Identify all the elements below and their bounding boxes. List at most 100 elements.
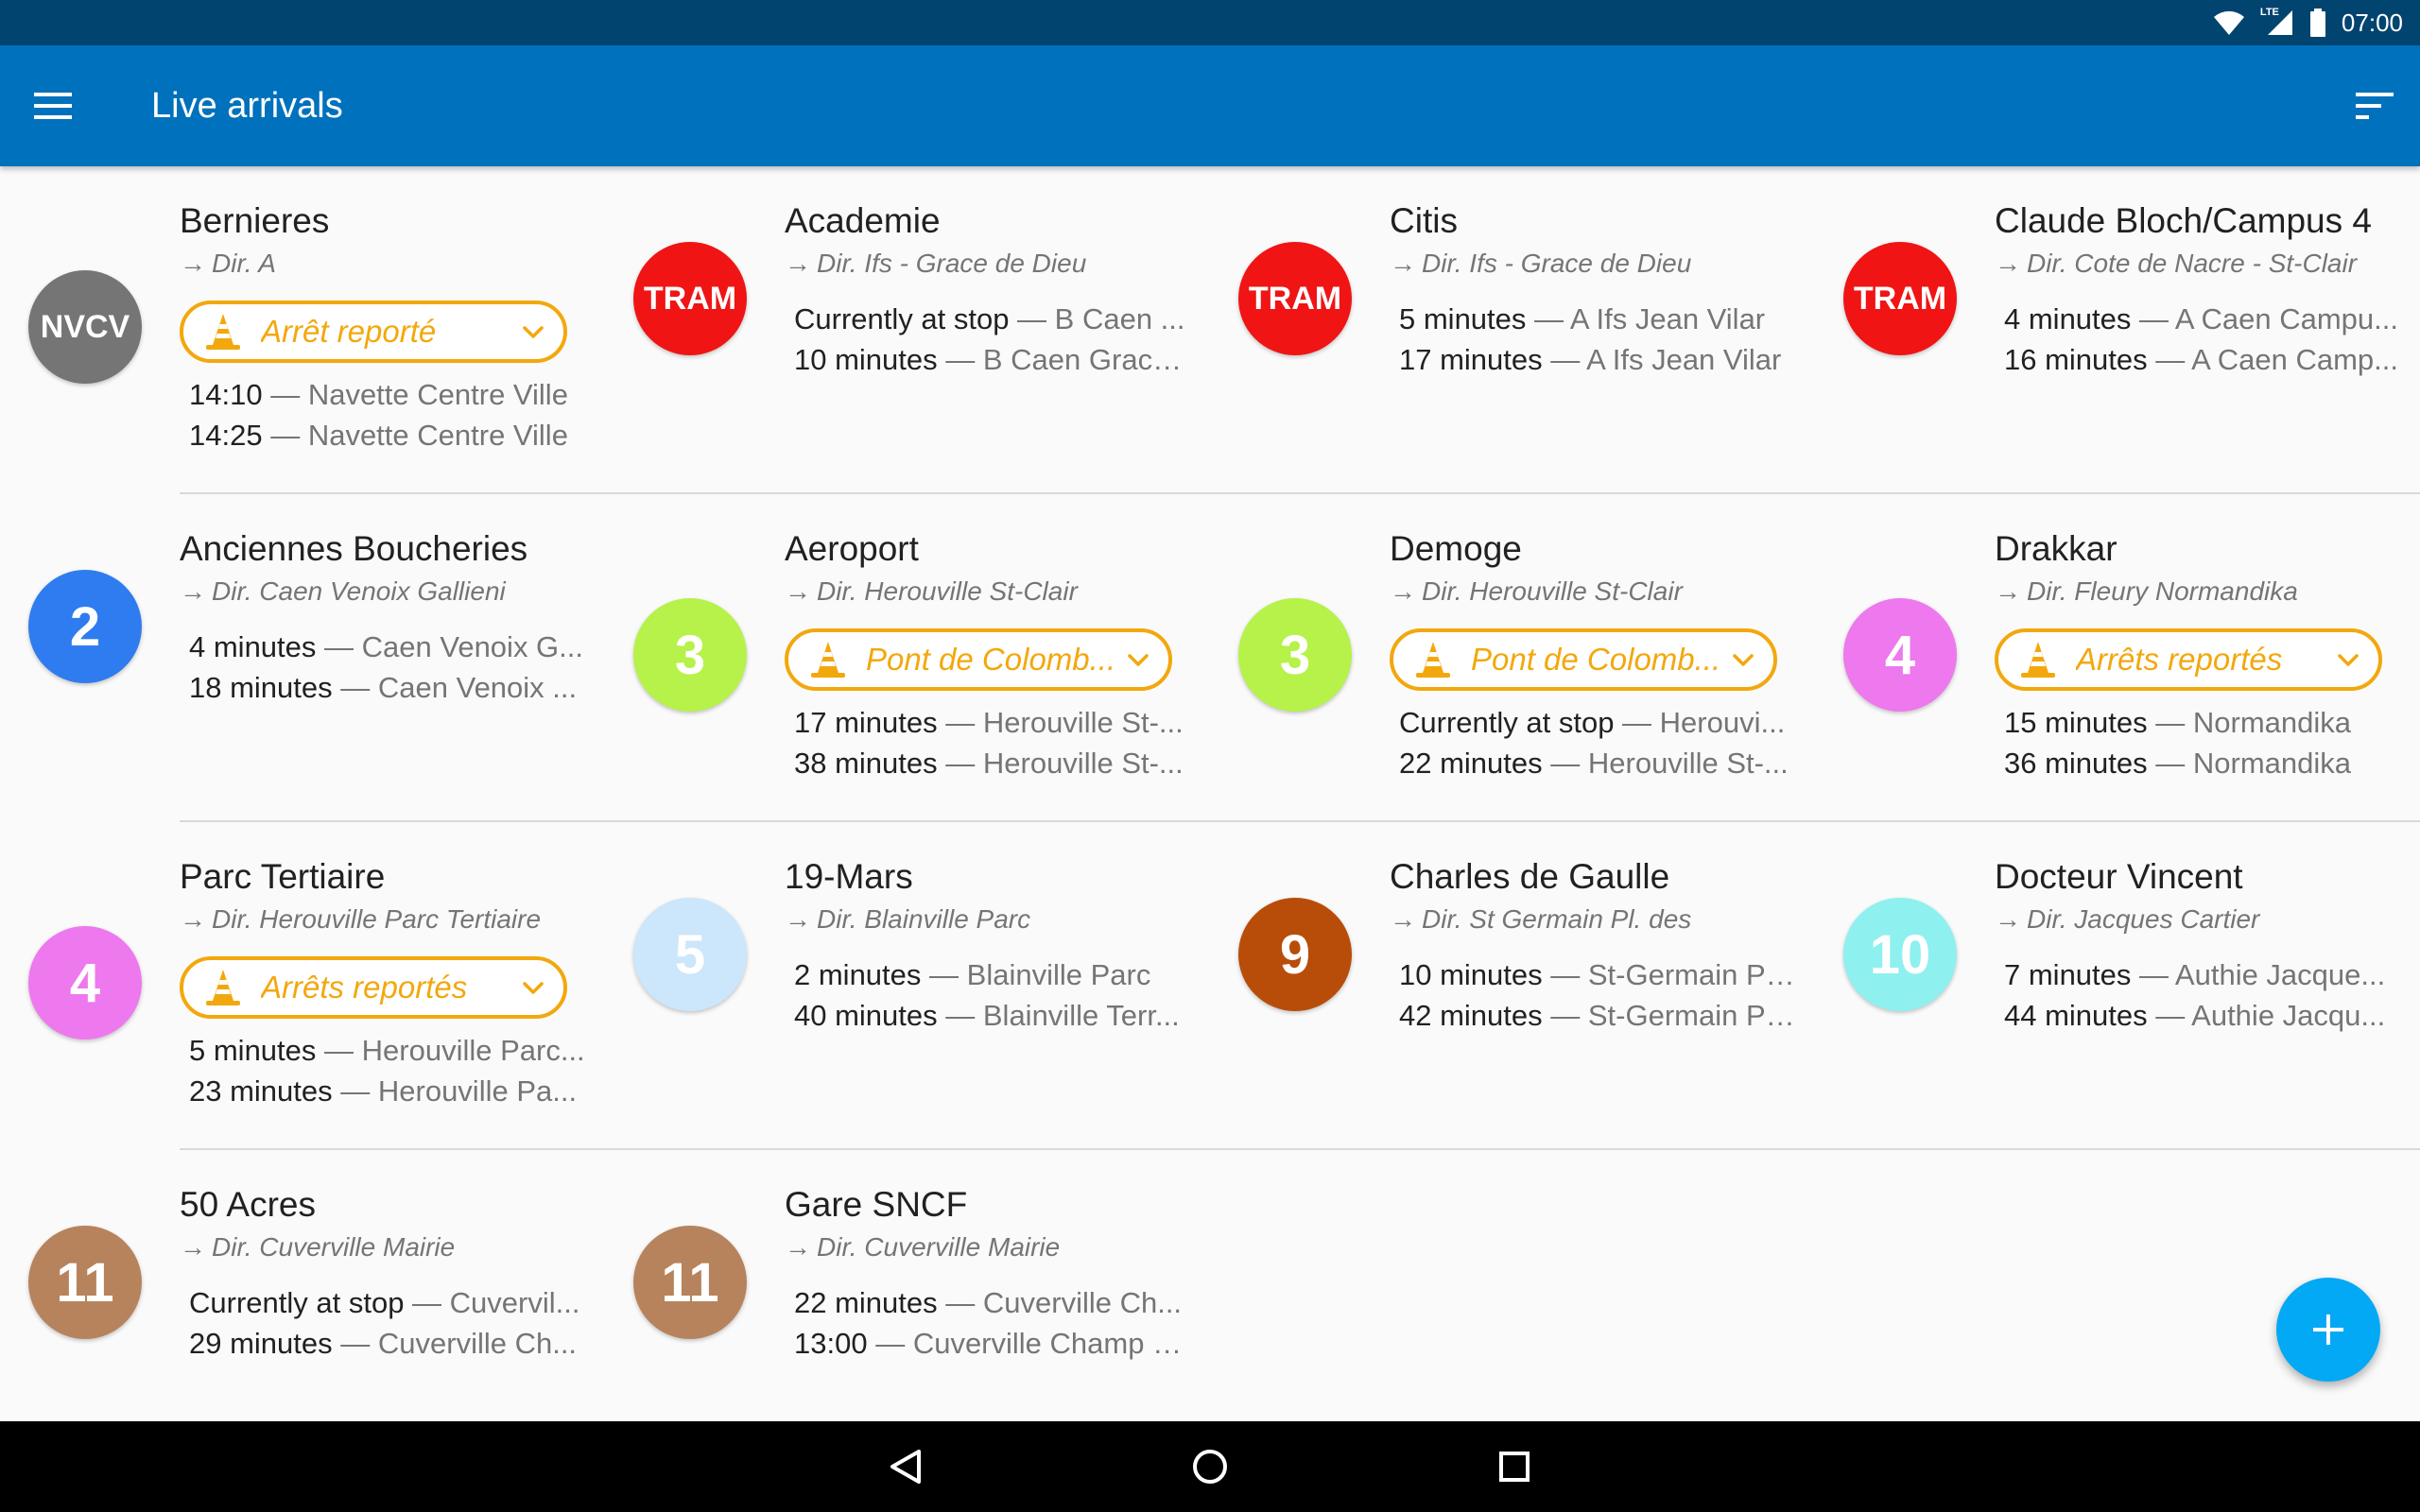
traffic-cone-icon xyxy=(206,970,240,1005)
status-bar: LTE 07:00 xyxy=(0,0,2420,45)
arrow-right-icon: → xyxy=(180,576,206,606)
departure-destination: Herouville St-... xyxy=(982,747,1184,780)
direction-label: Dir. Herouville St-Clair xyxy=(817,576,1078,606)
departure-item: 4 minutes — Caen Venoix G... xyxy=(189,630,584,663)
departure-time: 13:00 xyxy=(794,1327,868,1360)
menu-button[interactable] xyxy=(23,76,83,136)
departure-item: 10 minutes — St-Germain Pl... xyxy=(1399,958,1796,991)
departure-item: 2 minutes — Blainville Parc xyxy=(794,958,1151,991)
stop-card[interactable]: 3 Demoge → Dir. Herouville St-Clair Pont … xyxy=(1210,494,1815,822)
line-badge-label: TRAM xyxy=(1248,280,1342,317)
sort-button[interactable] xyxy=(2344,76,2405,136)
line-badge: 2 xyxy=(28,570,142,683)
direction: → Dir. St Germain Pl. des xyxy=(1390,903,1691,936)
direction-label: Dir. Jacques Cartier xyxy=(2027,904,2260,934)
stop-card[interactable]: 4 Drakkar → Dir. Fleury Normandika Arrêts… xyxy=(1815,494,2420,822)
direction: → Dir. Herouville St-Clair xyxy=(1390,576,1683,608)
line-badge-label: 10 xyxy=(1869,923,1931,986)
back-icon xyxy=(890,1450,921,1484)
departures-list: Currently at stop — Herouvi... 22 minute… xyxy=(1399,702,1796,783)
direction-label: Dir. Herouville St-Clair xyxy=(1422,576,1683,606)
back-button[interactable] xyxy=(877,1438,934,1495)
status-icons: LTE 07:00 xyxy=(2213,6,2403,40)
departure-time: 36 minutes xyxy=(2004,747,2148,780)
departures-list: 5 minutes — A Ifs Jean Vilar 17 minutes … xyxy=(1399,299,1796,380)
stop-card[interactable]: 9 Charles de Gaulle → Dir. St Germain Pl.… xyxy=(1210,822,1815,1150)
direction: → Dir. Ifs - Grace de Dieu xyxy=(1390,248,1691,280)
departure-destination: A Ifs Jean Vilar xyxy=(1586,343,1782,376)
home-button[interactable] xyxy=(1182,1438,1238,1495)
departures-list: 5 minutes — Herouville Parc... 23 minute… xyxy=(189,1030,586,1111)
departure-item: 42 minutes — St-Germain Pl... xyxy=(1399,999,1796,1032)
departure-time: 5 minutes xyxy=(1399,302,1527,335)
departures-list: Currently at stop — B Caen ... 10 minute… xyxy=(794,299,1191,380)
departure-item: Currently at stop — Cuvervil... xyxy=(189,1286,580,1319)
departure-time: Currently at stop xyxy=(794,302,1010,335)
departures-list: 7 minutes — Authie Jacque... 44 minutes … xyxy=(2004,954,2401,1036)
departure-item: 5 minutes — A Ifs Jean Vilar xyxy=(1399,302,1766,335)
stop-card[interactable]: 5 19-Mars → Dir. Blainville Parc 2 minute… xyxy=(605,822,1210,1150)
departure-item: 29 minutes — Cuverville Ch... xyxy=(189,1327,578,1360)
card-row: NVCV Bernieres → Dir. A Arrêt reporté 14… xyxy=(0,166,2420,494)
departure-time: 10 minutes xyxy=(1399,958,1543,991)
departure-time: Currently at stop xyxy=(1399,706,1615,739)
alert-dropdown[interactable]: Arrêts reportés xyxy=(180,956,567,1019)
stop-card[interactable]: TRAM Claude Bloch/Campus 4 → Dir. Cote de… xyxy=(1815,166,2420,494)
sort-icon xyxy=(2356,93,2394,119)
alert-dropdown[interactable]: Arrêt reporté xyxy=(180,301,567,363)
arrow-right-icon: → xyxy=(785,904,811,934)
departure-item: Currently at stop — Herouvi... xyxy=(1399,706,1786,739)
chevron-down-icon xyxy=(1733,654,1754,666)
departure-destination: Authie Jacqu... xyxy=(2191,999,2386,1032)
alert-dropdown[interactable]: Pont de Colomb... xyxy=(1390,628,1777,691)
departure-time: 38 minutes xyxy=(794,747,938,780)
arrow-right-icon: → xyxy=(785,249,811,278)
direction-label: Dir. A xyxy=(212,249,276,278)
departure-destination: B Caen ... xyxy=(1054,302,1185,335)
departure-time: 5 minutes xyxy=(189,1034,317,1067)
arrow-right-icon: → xyxy=(180,904,206,934)
departure-time: 17 minutes xyxy=(1399,343,1543,376)
alert-dropdown[interactable]: Arrêts reportés xyxy=(1995,628,2382,691)
direction: → Dir. Ifs - Grace de Dieu xyxy=(785,248,1086,280)
departures-list: 17 minutes — Herouville St-... 38 minute… xyxy=(794,702,1191,783)
app-bar: Live arrivals xyxy=(0,45,2420,166)
stop-name: Anciennes Boucheries xyxy=(180,529,528,568)
departure-time: 42 minutes xyxy=(1399,999,1543,1032)
line-badge: TRAM xyxy=(633,242,747,355)
departure-destination: Normandika xyxy=(2192,706,2351,739)
departure-item: 22 minutes — Herouville St-... xyxy=(1399,747,1789,780)
stop-card[interactable]: 4 Parc Tertiaire → Dir. Herouville Parc T… xyxy=(0,822,605,1150)
line-badge: 9 xyxy=(1238,898,1352,1011)
direction-label: Dir. Fleury Normandika xyxy=(2027,576,2298,606)
departure-time: 23 minutes xyxy=(189,1074,333,1108)
menu-icon xyxy=(34,93,72,119)
direction: → Dir. Jacques Cartier xyxy=(1995,903,2259,936)
chevron-down-icon xyxy=(523,326,544,338)
stop-card[interactable]: 2 Anciennes Boucheries → Dir. Caen Venoix… xyxy=(0,494,605,822)
alert-label: Arrêt reporté xyxy=(261,314,437,349)
stop-card[interactable]: 3 Aeroport → Dir. Herouville St-Clair Pon… xyxy=(605,494,1210,822)
stop-card[interactable]: 10 Docteur Vincent → Dir. Jacques Cartier… xyxy=(1815,822,2420,1150)
line-badge: 11 xyxy=(633,1226,747,1339)
traffic-cone-icon xyxy=(206,314,240,350)
departures-list: Currently at stop — Cuvervil... 29 minut… xyxy=(189,1282,586,1364)
stop-card[interactable]: TRAM Academie → Dir. Ifs - Grace de Dieu … xyxy=(605,166,1210,494)
line-badge: 4 xyxy=(1843,598,1957,712)
departure-time: 4 minutes xyxy=(2004,302,2132,335)
stop-card[interactable]: NVCV Bernieres → Dir. A Arrêt reporté 14… xyxy=(0,166,605,494)
departures-list: 15 minutes — Normandika 36 minutes — Nor… xyxy=(2004,702,2401,783)
departure-destination: Cuverville Ch... xyxy=(377,1327,578,1360)
stop-card[interactable]: TRAM Citis → Dir. Ifs - Grace de Dieu 5 m… xyxy=(1210,166,1815,494)
direction: → Dir. Herouville Parc Tertiaire xyxy=(180,903,541,936)
line-badge: 3 xyxy=(1238,598,1352,712)
alert-dropdown[interactable]: Pont de Colomb... xyxy=(785,628,1172,691)
recents-icon xyxy=(1499,1452,1530,1482)
alert-label: Arrêts reportés xyxy=(261,970,468,1005)
add-stop-button[interactable] xyxy=(2276,1278,2380,1382)
stop-name: Gare SNCF xyxy=(785,1185,968,1224)
departure-item: Currently at stop — B Caen ... xyxy=(794,302,1185,335)
recents-button[interactable] xyxy=(1486,1438,1543,1495)
signal-icon: LTE xyxy=(2260,7,2294,37)
line-badge: 3 xyxy=(633,598,747,712)
